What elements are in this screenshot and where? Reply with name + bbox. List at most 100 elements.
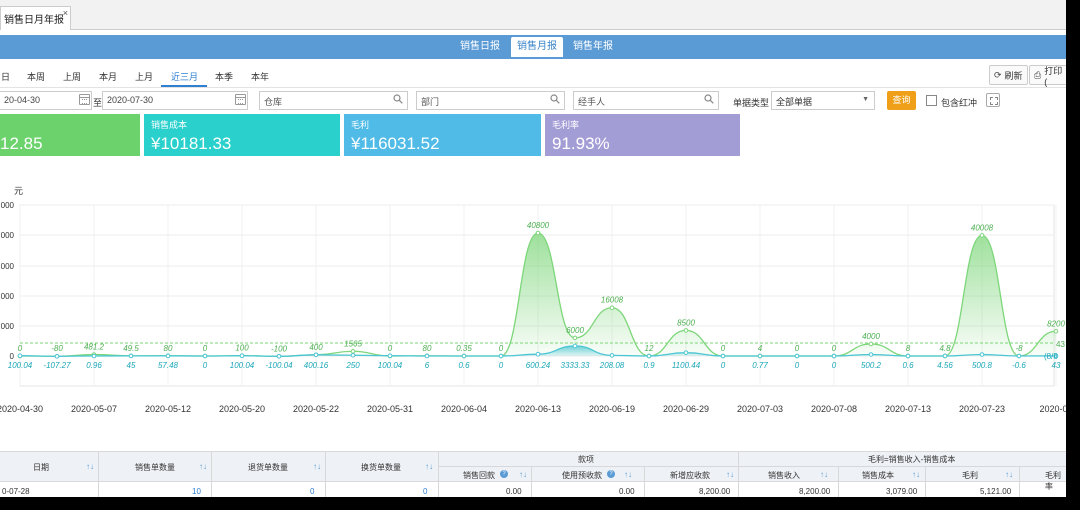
search-icon[interactable] <box>393 94 403 104</box>
x-tick-label: 2020-05-07 <box>71 404 117 414</box>
col-profit-rate[interactable]: 毛利率 <box>1045 470 1066 492</box>
data-point[interactable] <box>646 353 652 359</box>
help-icon[interactable]: ? <box>500 470 508 478</box>
cell-exchange-qty[interactable]: 0 <box>423 487 427 496</box>
help-icon[interactable]: ? <box>607 470 615 478</box>
data-point[interactable] <box>91 353 97 359</box>
warehouse-input[interactable]: 仓库 <box>259 91 408 110</box>
sort-icon[interactable]: ↑↓ <box>912 470 920 479</box>
search-icon[interactable] <box>550 94 560 104</box>
cell-sale-qty[interactable]: 10 <box>192 487 201 496</box>
data-point[interactable] <box>720 353 726 359</box>
data-point[interactable] <box>1053 328 1059 334</box>
sort-icon[interactable]: ↑↓ <box>519 470 527 479</box>
data-point[interactable] <box>165 353 171 359</box>
sort-icon[interactable]: ↑↓ <box>1005 470 1013 479</box>
tab-yearly-report[interactable]: 销售年报 <box>566 37 620 57</box>
data-label: 6 <box>425 361 430 370</box>
tab-monthly-report[interactable]: 销售月报 <box>511 37 563 57</box>
handler-input[interactable]: 经手人 <box>573 91 719 110</box>
sort-icon[interactable]: ↑↓ <box>199 462 207 471</box>
sort-icon[interactable]: ↑↓ <box>313 462 321 471</box>
search-icon[interactable] <box>704 94 714 104</box>
window-tab[interactable]: 销售日月年报 × <box>0 6 71 30</box>
data-point[interactable] <box>905 353 911 359</box>
data-point[interactable] <box>535 351 541 357</box>
data-point[interactable] <box>868 352 874 357</box>
col-prepay-use[interactable]: 使用预收款 <box>562 470 602 481</box>
col-revenue[interactable]: 销售收入 <box>768 470 800 481</box>
data-point[interactable] <box>794 353 800 359</box>
data-point[interactable] <box>313 352 319 358</box>
x-tick-label: 2020-06-19 <box>589 404 635 414</box>
date-to-input[interactable]: 2020-07-30 <box>102 91 248 110</box>
doc-type-select[interactable]: 全部单据 ▼ <box>771 91 875 110</box>
period-this-month[interactable]: 本月 <box>99 70 117 83</box>
refresh-button[interactable]: ⟳ 刷新 <box>989 65 1028 85</box>
col-sale-qty[interactable]: 销售单数量 <box>135 462 175 473</box>
refresh-label: 刷新 <box>1004 70 1023 81</box>
card-title: 毛利率 <box>552 120 580 130</box>
end-label: 43 <box>1056 340 1065 349</box>
department-input[interactable]: 部门 <box>416 91 565 110</box>
sort-icon[interactable]: ↑↓ <box>820 470 828 479</box>
col-cost[interactable]: 销售成本 <box>862 470 894 481</box>
data-point[interactable] <box>239 353 245 358</box>
close-icon[interactable]: × <box>63 8 68 18</box>
data-point[interactable] <box>276 354 282 359</box>
data-label: 0 <box>795 361 800 370</box>
data-point[interactable] <box>535 230 541 236</box>
col-new-receivable[interactable]: 新增应收款 <box>670 470 710 481</box>
data-point[interactable] <box>831 353 837 359</box>
card-gross-margin: 毛利率 91.93% <box>545 114 740 156</box>
data-point[interactable] <box>128 353 134 359</box>
data-point[interactable] <box>609 353 615 358</box>
data-point[interactable] <box>202 353 208 359</box>
data-point[interactable] <box>461 353 467 359</box>
sort-icon[interactable]: ↑↓ <box>425 462 433 471</box>
query-button[interactable]: 查询 <box>887 91 916 110</box>
data-point[interactable] <box>979 233 985 238</box>
col-date[interactable]: 日期 <box>33 462 49 473</box>
data-point[interactable] <box>757 353 763 359</box>
data-point[interactable] <box>1016 353 1022 359</box>
calendar-icon[interactable] <box>235 94 246 105</box>
data-point[interactable] <box>387 353 393 358</box>
col-sale-receipt[interactable]: 销售回款 <box>463 470 495 481</box>
period-last-month[interactable]: 上月 <box>135 70 153 83</box>
data-point[interactable] <box>979 352 985 357</box>
sort-icon[interactable]: ↑↓ <box>726 470 734 479</box>
period-this-quarter[interactable]: 本季 <box>215 70 233 83</box>
data-point[interactable] <box>350 348 356 354</box>
data-point[interactable] <box>572 343 578 349</box>
data-point[interactable] <box>683 350 689 355</box>
data-point[interactable] <box>54 354 60 359</box>
data-point[interactable] <box>868 341 874 347</box>
fullscreen-icon[interactable] <box>986 93 1000 107</box>
period-last-three-months[interactable]: 近三月 <box>171 70 198 83</box>
sort-icon[interactable]: ↑↓ <box>624 470 632 479</box>
print-button[interactable]: ⎙ 打印( <box>1029 65 1066 87</box>
period-this-year[interactable]: 本年 <box>251 70 269 83</box>
calendar-icon[interactable] <box>79 94 90 105</box>
col-exchange-qty[interactable]: 换货单数量 <box>361 462 401 473</box>
data-label: 0 <box>499 361 504 370</box>
col-return-qty[interactable]: 退货单数量 <box>248 462 288 473</box>
period-last-week[interactable]: 上周 <box>63 70 81 83</box>
period-this-week[interactable]: 本周 <box>27 70 45 83</box>
data-point[interactable] <box>424 353 430 359</box>
data-point[interactable] <box>572 335 578 341</box>
data-point[interactable] <box>609 305 615 311</box>
data-point[interactable] <box>17 353 23 358</box>
include-red-checkbox[interactable] <box>926 95 937 106</box>
sort-icon[interactable]: ↑↓ <box>86 462 94 471</box>
data-point[interactable] <box>498 353 504 359</box>
data-point[interactable] <box>942 353 948 359</box>
data-label: 0 <box>832 361 837 370</box>
col-profit[interactable]: 毛利 <box>962 470 978 481</box>
cell-return-qty[interactable]: 0 <box>310 487 314 496</box>
data-point[interactable] <box>683 328 689 333</box>
period-today[interactable]: 日 <box>1 70 10 83</box>
tab-daily-report[interactable]: 销售日报 <box>453 37 507 57</box>
data-point[interactable] <box>350 352 356 358</box>
